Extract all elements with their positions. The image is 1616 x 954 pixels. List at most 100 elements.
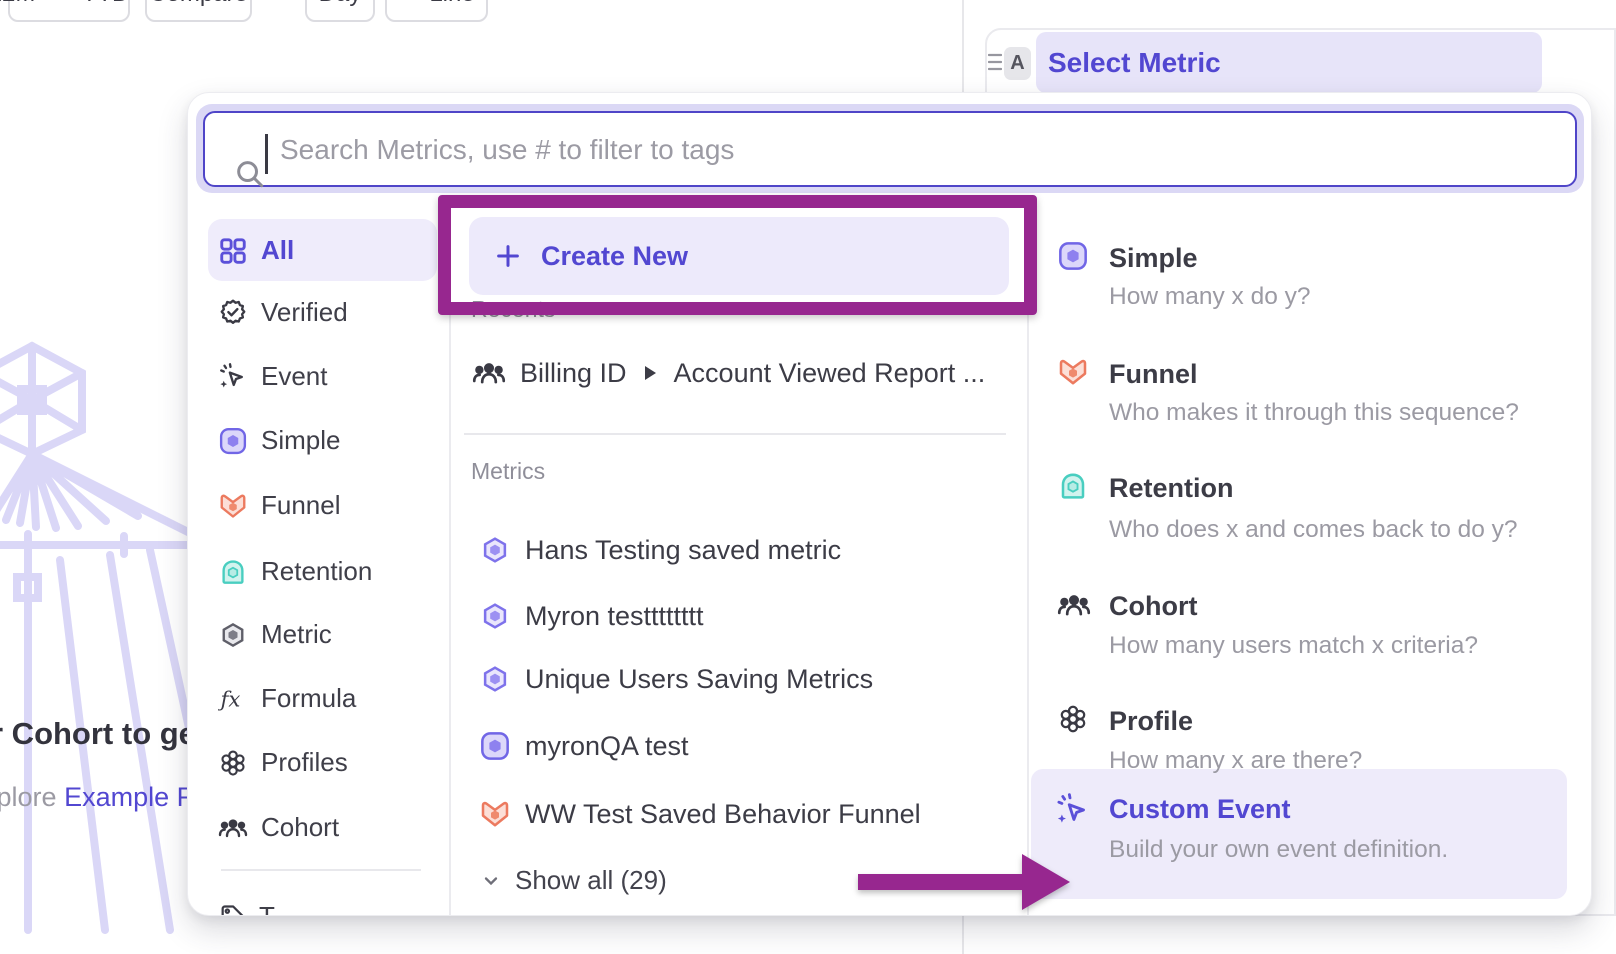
sidebar-bottom-divider	[221, 869, 421, 871]
metric-hexagon-icon	[479, 600, 511, 632]
recent-item-row[interactable]: Billing ID Account Viewed Report ...	[472, 356, 985, 390]
metric-list-item[interactable]: Myron testttttttt	[479, 600, 704, 632]
search-input[interactable]	[278, 113, 1542, 187]
compare-button[interactable]: Compare	[145, 0, 252, 22]
recent-event-name: Account Viewed Report ...	[674, 358, 986, 389]
metric-item-label: Hans Testing saved metric	[525, 535, 841, 566]
sidebar-item-label: All	[261, 235, 294, 266]
recents-metrics-divider	[464, 433, 1006, 435]
sidebar-item-retention[interactable]: Retention	[218, 556, 372, 587]
series-a-badge: A	[1004, 47, 1031, 80]
profiles-flower-icon	[1057, 703, 1089, 735]
custom-event-sparkle-icon	[1055, 792, 1091, 828]
sidebar-item-label: Event	[261, 361, 328, 392]
type-simple[interactable]: Simple	[1109, 243, 1198, 274]
sidebar-item-all[interactable]: All	[218, 235, 294, 266]
type-retention-desc: Who does x and comes back to do y?	[1109, 516, 1518, 544]
simple-metric-icon	[479, 730, 511, 762]
funnel-icon	[218, 491, 248, 521]
sidebar-item-simple[interactable]: Simple	[218, 425, 340, 456]
simple-metric-icon	[218, 426, 248, 456]
range-ytd-label: YTD	[81, 0, 129, 8]
sidebar-item-label: Metric	[261, 619, 332, 650]
show-all-label: Show all (29)	[515, 865, 667, 896]
metric-item-label: WW Test Saved Behavior Funnel	[525, 799, 921, 830]
select-metric-slot[interactable]: Select Metric	[1036, 32, 1542, 93]
sidebar-divider	[449, 213, 451, 916]
sidebar-item-funnel[interactable]: Funnel	[218, 490, 341, 521]
sidebar-item-metric[interactable]: Metric	[218, 619, 332, 650]
decorative-wireframe-art	[0, 330, 200, 954]
line-chart-icon	[398, 0, 420, 5]
retention-icon	[1057, 470, 1089, 502]
metric-hexagon-icon	[479, 663, 511, 695]
type-funnel-desc: Who makes it through this sequence?	[1109, 399, 1519, 427]
metric-hexagon-icon	[479, 534, 511, 566]
canvas-headline-fragment: r Cohort to ge	[0, 716, 196, 752]
metric-hexagon-icon	[218, 620, 248, 650]
cohort-people-icon	[218, 813, 248, 843]
type-profile-desc: How many x are there?	[1109, 747, 1362, 775]
example-link[interactable]: Example R	[64, 782, 196, 812]
sidebar-item-label: Retention	[261, 556, 372, 587]
chevron-down-icon	[479, 869, 503, 893]
sidebar-item-label: Cohort	[261, 812, 339, 843]
metric-list-item[interactable]: Hans Testing saved metric	[479, 534, 841, 566]
recent-cohort-name: Billing ID	[520, 358, 627, 389]
text-cursor	[265, 134, 268, 174]
type-profile[interactable]: Profile	[1109, 706, 1193, 737]
sidebar-item-partial[interactable]: T	[218, 901, 275, 916]
sidebar-item-label: Funnel	[261, 490, 341, 521]
metric-list-item[interactable]: Unique Users Saving Metrics	[479, 663, 873, 695]
annotation-highlight-box	[438, 195, 1037, 315]
show-all-toggle[interactable]: Show all (29)	[479, 865, 667, 896]
canvas-explore-fragment: xplore Example R	[0, 782, 196, 813]
cohort-people-icon	[472, 356, 506, 390]
type-custom-event[interactable]: Custom Event	[1109, 794, 1291, 825]
range-12m-button[interactable]: 12M	[0, 0, 49, 20]
date-range-control[interactable]: 12M YTD	[8, 0, 130, 22]
cohort-people-icon	[1057, 588, 1091, 622]
tag-icon	[218, 903, 246, 917]
event-click-icon	[218, 362, 248, 392]
drag-handle-icon[interactable]	[988, 53, 1002, 71]
annotation-arrow-icon	[850, 846, 1080, 922]
sidebar-item-label: T	[259, 901, 275, 916]
sidebar-item-label: Profiles	[261, 747, 348, 778]
sidebar-item-label: Formula	[261, 683, 356, 714]
sidebar-item-profiles[interactable]: Profiles	[218, 747, 348, 778]
search-icon	[233, 157, 267, 191]
chart-type-label: Line	[429, 0, 474, 8]
type-cohort-desc: How many users match x criteria?	[1109, 632, 1478, 660]
sidebar-item-formula[interactable]: ƒx Formula	[218, 683, 356, 714]
funnel-icon	[479, 798, 511, 830]
sidebar-item-cohort[interactable]: Cohort	[218, 812, 339, 843]
sidebar-item-event[interactable]: Event	[218, 361, 328, 392]
grid-icon	[218, 236, 248, 266]
sidebar-item-label: Verified	[261, 297, 348, 328]
compare-label: Compare	[149, 0, 248, 8]
sidebar-item-verified[interactable]: Verified	[218, 297, 348, 328]
type-funnel[interactable]: Funnel	[1109, 359, 1198, 390]
type-retention[interactable]: Retention	[1109, 473, 1234, 504]
metric-list-item[interactable]: myronQA test	[479, 730, 689, 762]
chart-type-line-button[interactable]: Line	[385, 0, 488, 22]
explore-text: xplore	[0, 782, 57, 812]
simple-metric-icon	[1057, 240, 1089, 272]
metric-list-item[interactable]: WW Test Saved Behavior Funnel	[479, 798, 921, 830]
series-a-letter: A	[1010, 52, 1024, 75]
interval-label: Day	[319, 0, 362, 8]
verified-badge-icon	[218, 298, 248, 328]
retention-icon	[218, 557, 248, 587]
formula-fx-icon: ƒx	[218, 684, 248, 714]
types-divider	[1027, 213, 1029, 916]
range-12m-label: 12M	[0, 0, 35, 8]
app-screen: 12M YTD Compare Day Line A Select Metric…	[0, 0, 1616, 954]
funnel-icon	[1057, 356, 1089, 388]
custom-event-highlight	[1031, 769, 1567, 899]
type-simple-desc: How many x do y?	[1109, 283, 1311, 311]
interval-day-button[interactable]: Day	[305, 0, 375, 22]
select-metric-label: Select Metric	[1048, 47, 1221, 79]
type-custom-event-desc: Build your own event definition.	[1109, 836, 1448, 864]
type-cohort[interactable]: Cohort	[1109, 591, 1197, 622]
